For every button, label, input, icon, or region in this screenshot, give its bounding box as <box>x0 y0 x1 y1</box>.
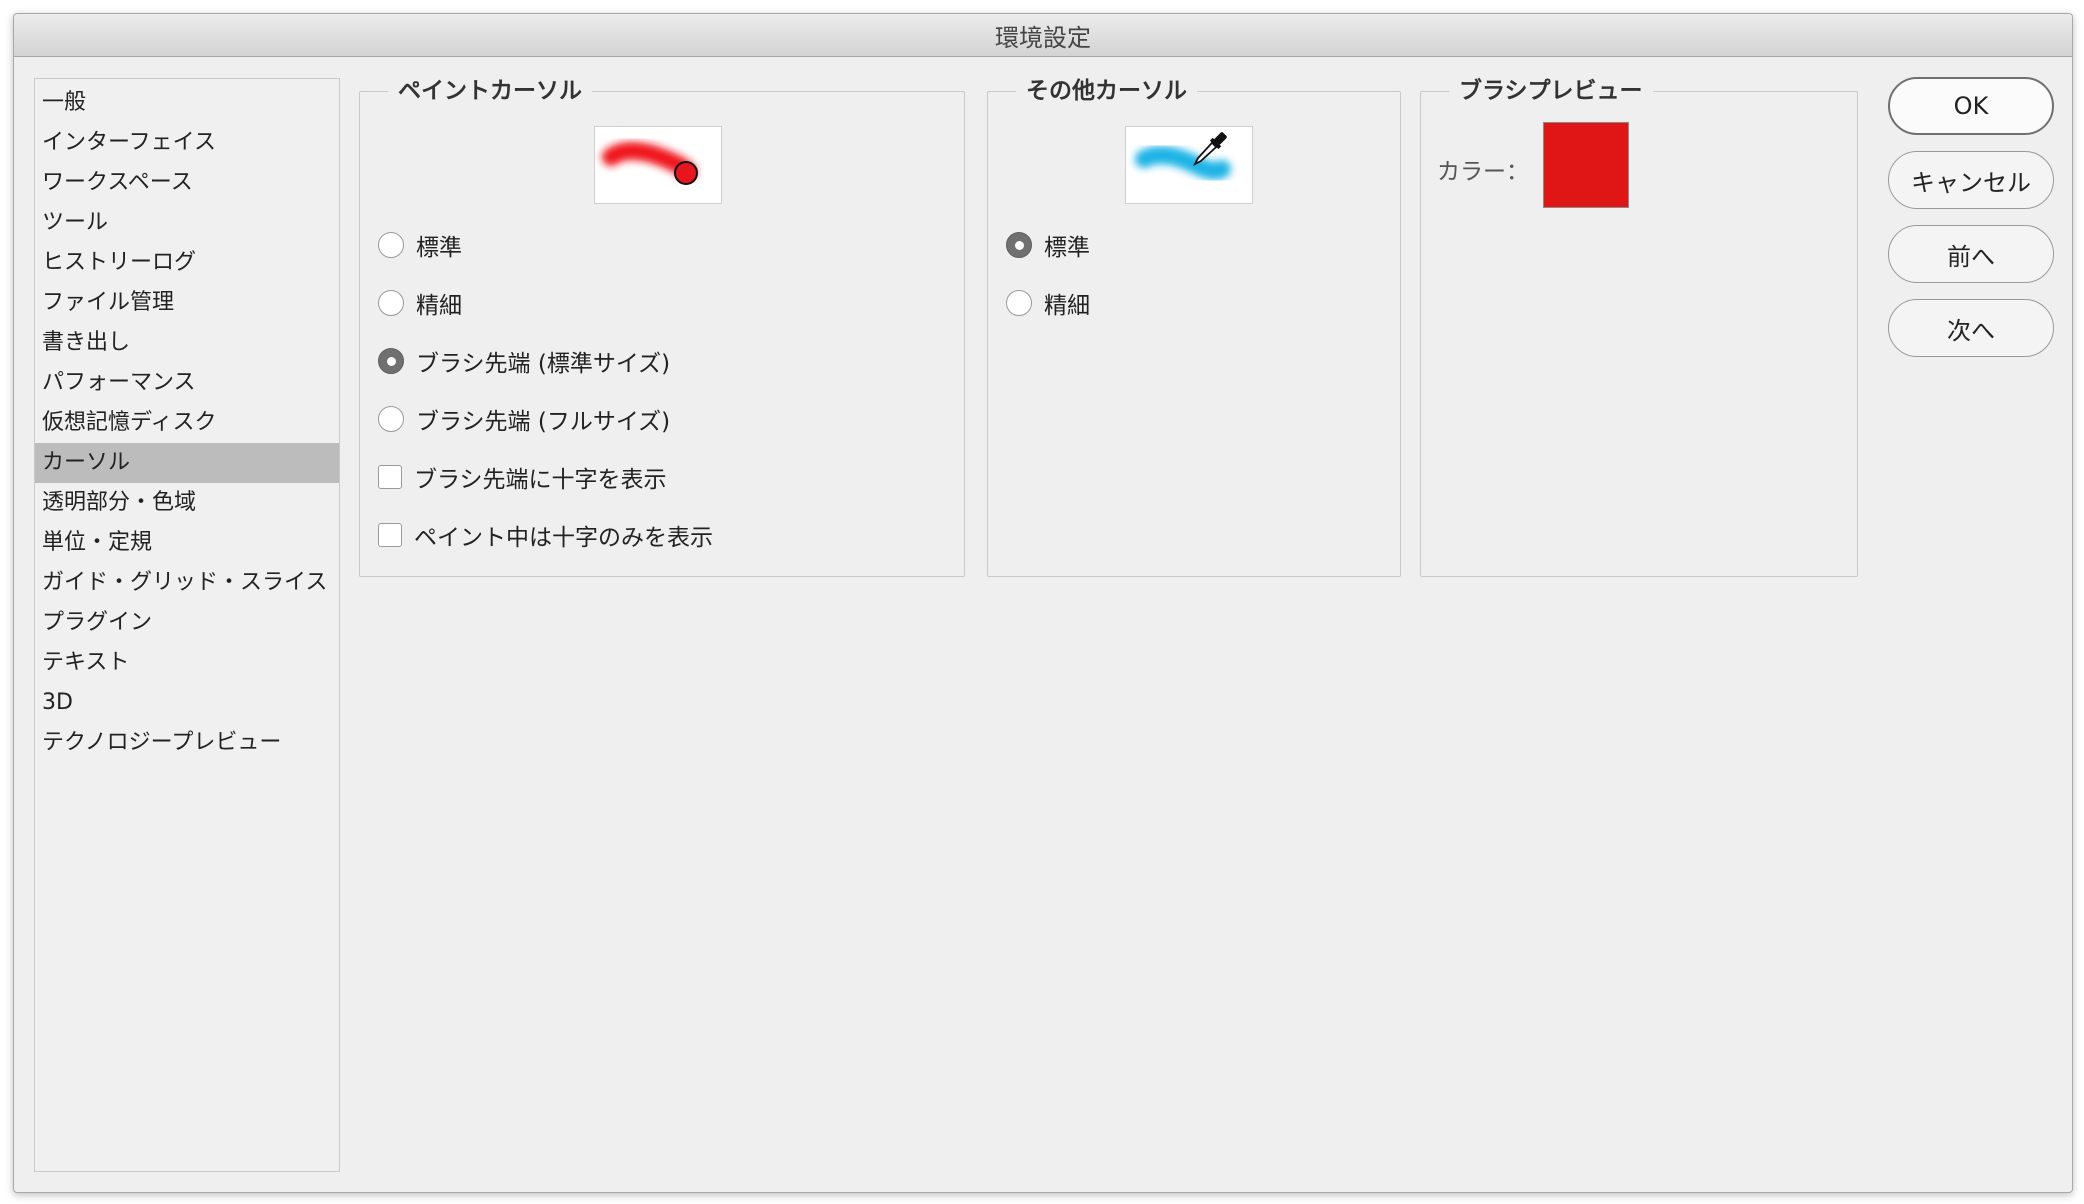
radio-button[interactable] <box>1006 290 1032 316</box>
prev-button-label: 前へ <box>1947 242 1995 271</box>
other-cursors-group: その他カーソル 標準精細 <box>987 76 1401 577</box>
sidebar-item-interface[interactable]: インターフェイス <box>35 123 339 163</box>
sidebar-item-history-log[interactable]: ヒストリーログ <box>35 243 339 283</box>
sidebar: 一般 インターフェイス ワークスペース ツール ヒストリーログ ファイル管理 書き出し パフォ… <box>34 78 340 1172</box>
other-cursor-preview <box>1125 126 1253 204</box>
brush-color-swatch[interactable] <box>1543 122 1629 208</box>
sidebar-item-file-handling[interactable]: ファイル管理 <box>35 283 339 323</box>
sidebar-item-scratch-disks[interactable]: 仮想記憶ディスク <box>35 403 339 443</box>
radio-button[interactable] <box>378 290 404 316</box>
option-label: ブラシ先端 (フルサイズ) <box>416 409 671 435</box>
sidebar-item-performance[interactable]: パフォーマンス <box>35 363 339 403</box>
sidebar-item-general[interactable]: 一般 <box>35 83 339 123</box>
paint-cursor-preview <box>594 126 722 204</box>
option-label: 標準 <box>1044 235 1090 261</box>
checkbox[interactable] <box>378 523 402 547</box>
checkbox[interactable] <box>378 465 402 489</box>
color-label: カラー： <box>1437 159 1529 185</box>
brush-preview-group: ブラシプレビュー カラー： <box>1420 76 1858 577</box>
sidebar-item-tools[interactable]: ツール <box>35 203 339 243</box>
other-cursor-option-1[interactable]: 標準 <box>1006 228 1090 262</box>
option-label: 精細 <box>1044 293 1090 319</box>
sidebar-item-transparency-gamut[interactable]: 透明部分・色域 <box>35 483 339 523</box>
other-cursors-title: その他カーソル <box>1016 76 1197 106</box>
paint-cursor-option-2[interactable]: 精細 <box>378 286 462 320</box>
ok-button[interactable]: OK <box>1888 77 2054 135</box>
paint-cursor-option-1[interactable]: 標準 <box>378 228 462 262</box>
option-label: ブラシ先端 (標準サイズ) <box>416 351 671 377</box>
other-cursor-option-2[interactable]: 精細 <box>1006 286 1090 320</box>
brush-stroke-red-circle-icon <box>602 142 698 185</box>
prev-button[interactable]: 前へ <box>1888 225 2054 283</box>
option-label: 標準 <box>416 235 462 261</box>
sidebar-list: 一般 インターフェイス ワークスペース ツール ヒストリーログ ファイル管理 書き出し パフォ… <box>35 79 339 763</box>
cancel-button-label: キャンセル <box>1911 168 2031 197</box>
sidebar-item-type[interactable]: テキスト <box>35 643 339 683</box>
paint-cursors-title: ペイントカーソル <box>388 76 592 106</box>
paint-cursor-option-3[interactable]: ブラシ先端 (標準サイズ) <box>378 344 670 378</box>
sidebar-item-plugins[interactable]: プラグイン <box>35 603 339 643</box>
eyedropper-icon <box>1135 132 1231 180</box>
radio-button[interactable] <box>378 348 404 374</box>
radio-button[interactable] <box>378 232 404 258</box>
sidebar-item-technology-previews[interactable]: テクノロジープレビュー <box>35 723 339 763</box>
paint-cursors-group: ペイントカーソル 標準精細ブラシ先端 (標準サイズ) ブラシ先端 (フルサイズ) ブ… <box>359 76 965 577</box>
cancel-button[interactable]: キャンセル <box>1888 151 2054 209</box>
radio-button[interactable] <box>378 406 404 432</box>
radio-button[interactable] <box>1006 232 1032 258</box>
next-button[interactable]: 次へ <box>1888 299 2054 357</box>
sidebar-item-3d[interactable]: 3D <box>35 683 339 723</box>
checkbox-label: ブラシ先端に十字を表示 <box>414 467 667 493</box>
sidebar-item-export[interactable]: 書き出し <box>35 323 339 363</box>
window-title: 環境設定 <box>995 23 1091 52</box>
option-label: 精細 <box>416 293 462 319</box>
paint-cursor-option-4[interactable]: ブラシ先端 (フルサイズ) <box>378 402 670 436</box>
next-button-label: 次へ <box>1947 316 1995 345</box>
checkbox-label: ペイント中は十字のみを表示 <box>414 525 713 551</box>
sidebar-item-guides-grid-slices[interactable]: ガイド・グリッド・スライス <box>35 563 339 603</box>
ok-button-label: OK <box>1953 92 1989 120</box>
sidebar-item-units-rulers[interactable]: 単位・定規 <box>35 523 339 563</box>
preferences-dialog: 環境設定 一般 インターフェイス ワークスペース ツール ヒストリーログ ファイル管理 書き… <box>13 13 2073 1193</box>
paint-cursor-checkbox-1[interactable]: ブラシ先端に十字を表示 <box>378 460 667 494</box>
window-title-bar: 環境設定 <box>14 14 2072 57</box>
sidebar-item-workspace[interactable]: ワークスペース <box>35 163 339 203</box>
sidebar-item-cursors[interactable]: カーソル <box>35 443 339 483</box>
brush-preview-title: ブラシプレビュー <box>1449 76 1653 106</box>
paint-cursor-checkbox-2[interactable]: ペイント中は十字のみを表示 <box>378 518 713 552</box>
